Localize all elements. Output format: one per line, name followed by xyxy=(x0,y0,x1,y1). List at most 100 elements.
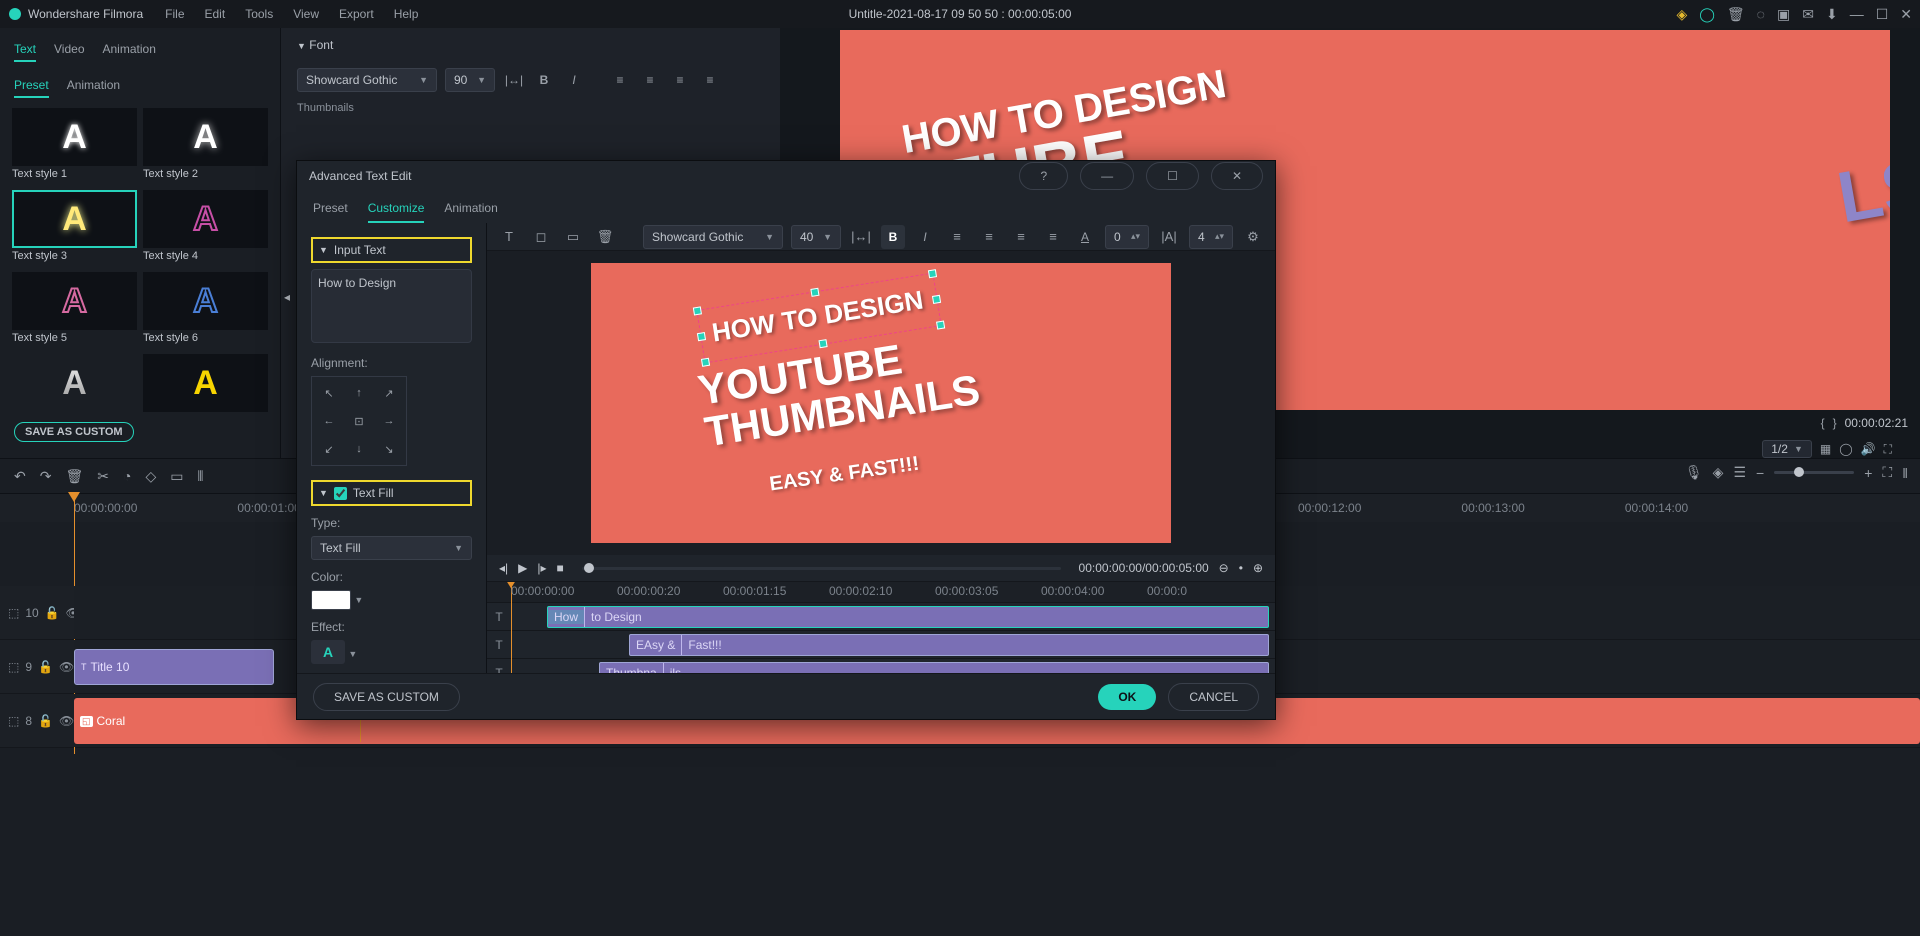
user-icon[interactable]: ◌ xyxy=(1757,6,1765,22)
modal-clip-3[interactable]: Thumbnails xyxy=(599,662,1269,673)
add-text-icon[interactable]: T xyxy=(497,225,521,249)
mark-out-icon[interactable]: } xyxy=(1833,416,1837,430)
quality-icon[interactable]: ▦ xyxy=(1820,442,1831,456)
download-icon[interactable]: ⬇ xyxy=(1826,6,1838,23)
modal-tab-preset[interactable]: Preset xyxy=(313,195,348,223)
modal-num2[interactable]: 4▴▾ xyxy=(1189,225,1233,249)
clip-title-10[interactable]: TTitle 10 xyxy=(74,649,274,685)
align-tl[interactable]: ↖ xyxy=(316,381,342,405)
zoom-dot-icon[interactable]: • xyxy=(1239,561,1243,575)
preset-7[interactable]: A xyxy=(12,354,137,412)
fill-type-select[interactable]: Text Fill▼ xyxy=(311,536,472,560)
bulb-icon[interactable]: ◈ xyxy=(1676,6,1687,23)
align-right-icon[interactable]: ≡ xyxy=(1009,225,1033,249)
mail-icon[interactable]: ✉ xyxy=(1802,6,1814,23)
zoom-select[interactable]: 1/2▼ xyxy=(1762,440,1812,458)
crop-icon[interactable]: ◇ xyxy=(145,468,156,485)
subtab-animation[interactable]: Animation xyxy=(67,74,120,98)
italic-icon[interactable]: I xyxy=(913,225,937,249)
align-br[interactable]: ↘ xyxy=(376,437,402,461)
align-mr[interactable]: → xyxy=(376,409,402,433)
snapshot-icon[interactable]: ◯ xyxy=(1839,442,1852,456)
preset-4[interactable]: AText style 4 xyxy=(143,190,268,266)
modal-num1[interactable]: 0▴▾ xyxy=(1105,225,1149,249)
align-justify-icon[interactable]: ≡ xyxy=(699,69,721,91)
add-shape-icon[interactable]: ◻ xyxy=(529,225,553,249)
menu-view[interactable]: View xyxy=(283,7,329,21)
speed-icon[interactable]: ◔ xyxy=(123,468,131,484)
marker-icon[interactable]: ◈ xyxy=(1713,464,1724,481)
input-text-field[interactable] xyxy=(311,269,472,343)
preset-8[interactable]: A xyxy=(143,354,268,412)
mixer-icon[interactable]: ⫴ xyxy=(197,468,203,485)
help-icon[interactable]: ? xyxy=(1019,162,1068,190)
menu-file[interactable]: File xyxy=(155,7,194,21)
align-justify-icon[interactable]: ≡ xyxy=(1041,225,1065,249)
visibility-icon[interactable]: 👁 xyxy=(59,660,74,674)
lock-icon[interactable]: 🔓 xyxy=(38,660,53,674)
modal-canvas[interactable]: HOW TO DESIGN YOUTUBE THUMBNAILS EASY & … xyxy=(487,251,1275,555)
chevron-down-icon[interactable]: ▼ xyxy=(354,595,363,605)
play-icon[interactable]: ▶ xyxy=(518,561,527,575)
modal-save-custom-button[interactable]: SAVE AS CUSTOM xyxy=(313,683,460,711)
align-bl[interactable]: ↙ xyxy=(316,437,342,461)
modal-tab-customize[interactable]: Customize xyxy=(368,195,425,223)
modal-font-select[interactable]: Showcard Gothic▼ xyxy=(643,225,783,249)
effect-swatch[interactable]: A xyxy=(311,640,345,664)
stop-icon[interactable]: ■ xyxy=(557,561,564,575)
lock-icon[interactable]: 🔓 xyxy=(38,714,53,728)
window-close-icon[interactable]: ✕ xyxy=(1900,6,1912,23)
settings-icon[interactable]: ⚙ xyxy=(1241,225,1265,249)
modal-cancel-button[interactable]: CANCEL xyxy=(1168,683,1259,711)
menu-tools[interactable]: Tools xyxy=(235,7,283,21)
align-mc[interactable]: ⊡ xyxy=(346,409,372,433)
lock-icon[interactable]: 🔓 xyxy=(45,606,60,620)
dialog-maximize-icon[interactable]: ☐ xyxy=(1146,162,1199,190)
mark-in-icon[interactable]: { xyxy=(1821,416,1825,430)
trash-icon[interactable]: 🗑 xyxy=(1727,6,1745,23)
progress-bar[interactable] xyxy=(582,567,1061,570)
save-as-custom-button[interactable]: SAVE AS CUSTOM xyxy=(14,422,134,442)
section-input-text[interactable]: ▼Input Text xyxy=(311,237,472,263)
italic-icon[interactable]: I xyxy=(563,69,585,91)
bold-icon[interactable]: B xyxy=(533,69,555,91)
tab-video[interactable]: Video xyxy=(54,38,84,62)
spacing-icon[interactable]: |↔| xyxy=(849,225,873,249)
timeline-snap-icon[interactable]: ‖ xyxy=(1902,465,1908,481)
subtab-preset[interactable]: Preset xyxy=(14,74,49,98)
align-bc[interactable]: ↓ xyxy=(346,437,372,461)
next-frame-icon[interactable]: |▸ xyxy=(537,561,546,575)
align-right-icon[interactable]: ≡ xyxy=(669,69,691,91)
delete-icon[interactable]: 🗑 xyxy=(65,468,83,485)
window-maximize-icon[interactable]: ☐ xyxy=(1876,6,1889,23)
save-icon[interactable]: ▣ xyxy=(1777,6,1790,23)
preset-6[interactable]: AText style 6 xyxy=(143,272,268,348)
zoom-in-icon[interactable]: ⊕ xyxy=(1253,561,1263,575)
modal-clip-2[interactable]: EAsy &Fast!!! xyxy=(629,634,1269,656)
volume-icon[interactable]: 🔊 xyxy=(1861,442,1876,456)
visibility-icon[interactable]: 👁 xyxy=(59,714,74,728)
modal-ok-button[interactable]: OK xyxy=(1098,684,1156,710)
align-center-icon[interactable]: ≡ xyxy=(977,225,1001,249)
dialog-minimize-icon[interactable]: — xyxy=(1080,162,1134,190)
text-color-icon[interactable]: A xyxy=(1073,225,1097,249)
fullscreen-icon[interactable]: ⛶ xyxy=(1884,442,1892,457)
align-left-icon[interactable]: ≡ xyxy=(945,225,969,249)
align-left-icon[interactable]: ≡ xyxy=(609,69,631,91)
record-icon[interactable]: 🎙 xyxy=(1685,464,1703,481)
collapse-caret-icon[interactable]: ◂ xyxy=(284,290,290,304)
modal-clip-1[interactable]: Howto Design xyxy=(547,606,1269,628)
line-height-icon[interactable]: |A| xyxy=(1157,225,1181,249)
align-center-icon[interactable]: ≡ xyxy=(639,69,661,91)
redo-icon[interactable]: ↷ xyxy=(40,468,52,485)
align-tr[interactable]: ↗ xyxy=(376,381,402,405)
align-tc[interactable]: ↑ xyxy=(346,381,372,405)
menu-export[interactable]: Export xyxy=(329,7,384,21)
text-fill-checkbox[interactable] xyxy=(334,487,347,500)
dialog-close-icon[interactable]: ✕ xyxy=(1211,162,1263,190)
preset-5[interactable]: AText style 5 xyxy=(12,272,137,348)
window-minimize-icon[interactable]: — xyxy=(1850,6,1864,22)
font-family-select[interactable]: Showcard Gothic▼ xyxy=(297,68,437,92)
bold-icon[interactable]: B xyxy=(881,225,905,249)
headphones-icon[interactable]: ◯ xyxy=(1699,6,1715,23)
